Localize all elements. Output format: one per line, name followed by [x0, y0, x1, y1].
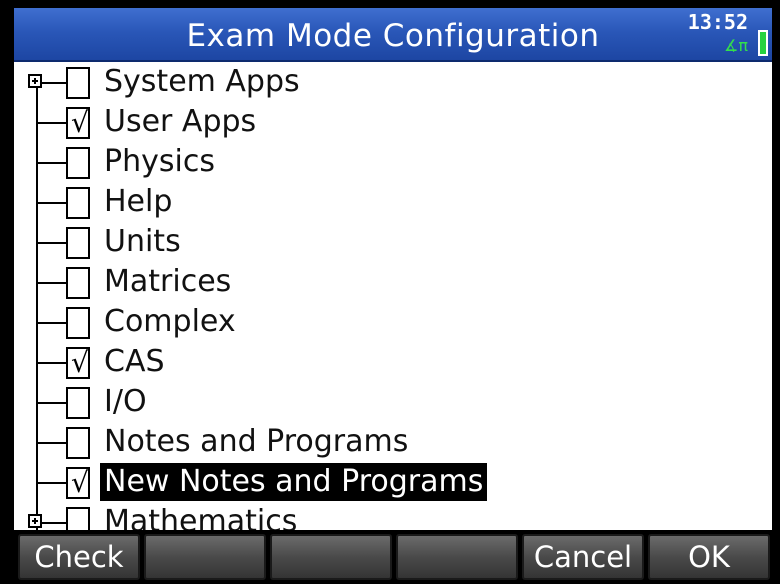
tree-item-label: User Apps [104, 104, 257, 139]
tree-item-system-apps[interactable]: System Apps [14, 62, 772, 102]
tree-item-complex[interactable]: Complex [14, 302, 772, 342]
tree-item-help[interactable]: Help [14, 182, 772, 222]
checkbox[interactable]: √ [66, 347, 90, 379]
tree-item-label: Notes and Programs [104, 424, 409, 459]
tree-item-mathematics[interactable]: Mathematics [14, 502, 772, 530]
checkbox[interactable] [66, 387, 90, 419]
tree-item-label: I/O [104, 384, 147, 419]
softkey-3-button[interactable] [270, 534, 392, 580]
checkbox[interactable]: √ [66, 107, 90, 139]
softkey-menu: Check Cancel OK [0, 532, 780, 584]
tree-item-io[interactable]: I/O [14, 382, 772, 422]
tree-item-new-notes-and-programs[interactable]: √ New Notes and Programs [14, 462, 772, 502]
tree-branch-line [36, 202, 66, 204]
clock: 13:52 [687, 10, 748, 34]
checkbox[interactable] [66, 307, 90, 339]
checkbox[interactable] [66, 147, 90, 179]
tree-branch-line [36, 162, 66, 164]
checkmark-icon: √ [71, 346, 89, 379]
checkbox[interactable]: √ [66, 467, 90, 499]
tree-item-user-apps[interactable]: √ User Apps [14, 102, 772, 142]
tree-item-label: Mathematics [104, 504, 298, 530]
softkey-4-button[interactable] [396, 534, 518, 580]
tree-branch-line [36, 282, 66, 284]
tree-item-label: Units [104, 224, 181, 259]
tree-item-label: CAS [104, 344, 165, 379]
tree-branch-line [36, 242, 66, 244]
checkbox[interactable] [66, 67, 90, 99]
tree-item-label: New Notes and Programs [100, 463, 488, 501]
expand-plus-icon[interactable] [28, 74, 42, 88]
tree-item-matrices[interactable]: Matrices [14, 262, 772, 302]
softkey-2-button[interactable] [144, 534, 266, 580]
tree-item-cas[interactable]: √ CAS [14, 342, 772, 382]
checkmark-icon: √ [71, 466, 89, 499]
checkbox[interactable] [66, 427, 90, 459]
tree-branch-line [36, 402, 66, 404]
ok-button[interactable]: OK [648, 534, 770, 580]
tree-item-units[interactable]: Units [14, 222, 772, 262]
checkbox[interactable] [66, 187, 90, 219]
tree-branch-line [36, 322, 66, 324]
tree-item-notes-and-programs[interactable]: Notes and Programs [14, 422, 772, 462]
angle-mode-indicator: ∡π [724, 36, 748, 55]
calculator-screen: Exam Mode Configuration 13:52 ∡π System … [0, 0, 780, 584]
checkmark-icon: √ [71, 106, 89, 139]
expand-plus-icon[interactable] [28, 514, 42, 528]
tree-item-label: Matrices [104, 264, 232, 299]
battery-icon [758, 30, 768, 56]
cancel-button[interactable]: Cancel [522, 534, 644, 580]
tree-branch-line [36, 482, 66, 484]
tree-branch-line [36, 122, 66, 124]
exam-config-tree: System Apps √ User Apps Physics Help Uni… [14, 62, 772, 530]
tree-branch-line [36, 362, 66, 364]
tree-item-label: Physics [104, 144, 215, 179]
checkbox[interactable] [66, 507, 90, 530]
check-button[interactable]: Check [18, 534, 140, 580]
tree-item-physics[interactable]: Physics [14, 142, 772, 182]
tree-item-label: Help [104, 184, 173, 219]
checkbox[interactable] [66, 267, 90, 299]
page-title: Exam Mode Configuration [186, 18, 600, 54]
checkbox[interactable] [66, 227, 90, 259]
tree-item-label: System Apps [104, 64, 300, 99]
title-bar: Exam Mode Configuration 13:52 ∡π [14, 8, 772, 62]
tree-item-label: Complex [104, 304, 236, 339]
tree-branch-line [36, 442, 66, 444]
